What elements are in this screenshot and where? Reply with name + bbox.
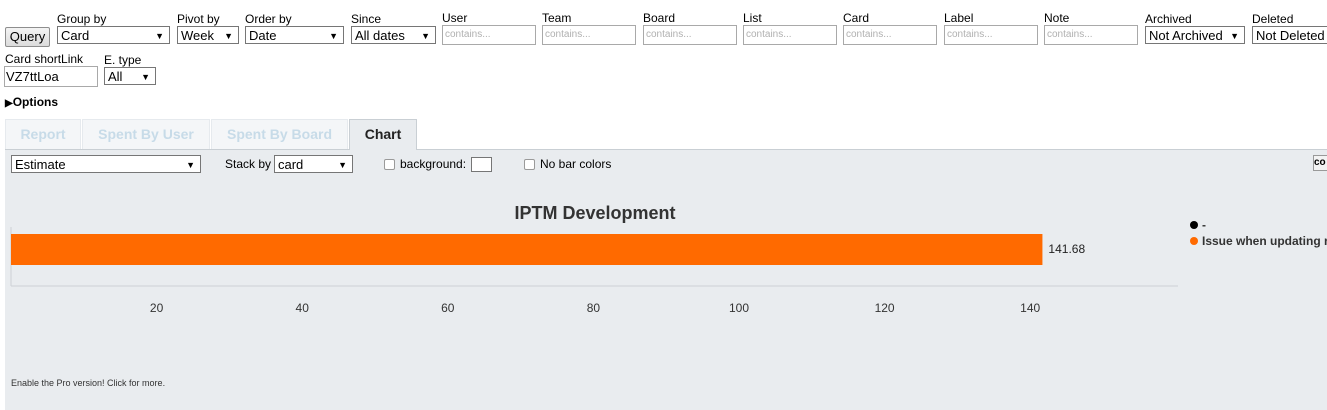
x-tick-label: 20 (150, 301, 164, 315)
x-tick-label: 120 (875, 301, 895, 315)
bar[interactable] (11, 234, 1043, 265)
x-tick-label: 40 (296, 301, 310, 315)
x-ticks-group: 20 40 60 80 100 120 140 (150, 301, 1041, 315)
legend-marker (1190, 237, 1198, 245)
pro-version-link[interactable]: Enable the Pro version! Click for more. (11, 378, 165, 388)
x-tick-label: 60 (441, 301, 455, 315)
bar-data-label: 141.68 (1048, 242, 1085, 256)
x-tick-label: 80 (587, 301, 601, 315)
legend-marker (1190, 221, 1198, 229)
bars-group: 141.68 (11, 234, 1085, 265)
legend-item-label[interactable]: Issue when updating r (1202, 234, 1327, 248)
legend-item-label[interactable]: - (1202, 218, 1206, 232)
legend: - Issue when updating r (1190, 218, 1327, 248)
tab-chart[interactable]: Chart (349, 119, 417, 150)
bar-chart: IPTM Development 141.68 20 40 60 80 100 120 14… (10, 203, 1327, 315)
x-tick-label: 100 (729, 301, 749, 315)
x-tick-label: 140 (1020, 301, 1040, 315)
chart-title: IPTM Development (514, 203, 675, 223)
